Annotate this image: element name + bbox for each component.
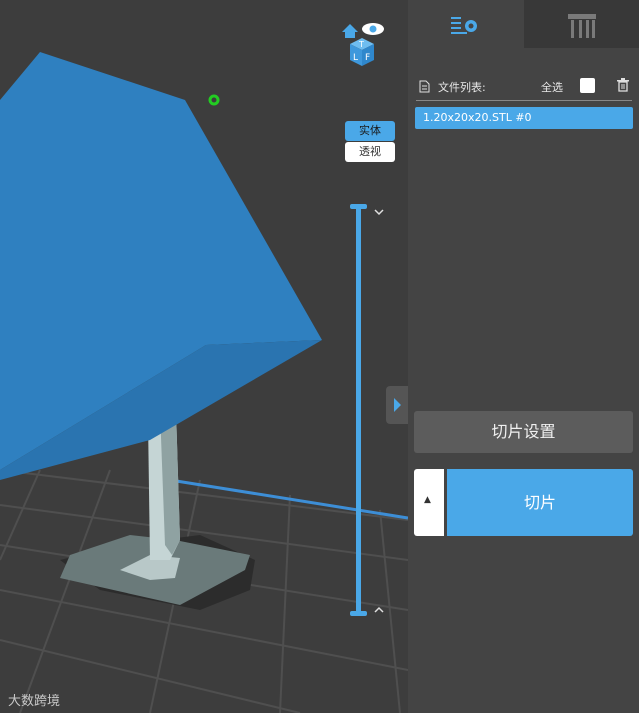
layer-slider-track[interactable]	[356, 206, 361, 614]
slice-button-group: ▲ 切片	[414, 469, 633, 536]
view-cube-top-label: T	[358, 40, 364, 49]
3d-viewport[interactable]: T L F 实体 透视 大数跨境	[0, 0, 408, 713]
slice-options-expand-button[interactable]: ▲	[414, 469, 444, 536]
file-list-label: 文件列表:	[438, 81, 486, 94]
file-list-item[interactable]: 1.20x20x20.STL #0	[415, 107, 633, 129]
solid-view-button[interactable]: 实体	[345, 121, 395, 141]
slice-settings-icon	[451, 17, 477, 34]
view-cube-left-label: L	[353, 53, 358, 63]
home-icon[interactable]	[342, 24, 358, 38]
layer-slider-bottom-handle[interactable]	[350, 611, 367, 616]
select-all-checkbox[interactable]	[580, 78, 595, 93]
tab-support[interactable]	[524, 0, 639, 48]
panel-collapse-handle[interactable]	[386, 386, 408, 424]
light-indicator-dot	[208, 94, 220, 106]
slice-settings-button[interactable]: 切片设置	[414, 411, 633, 453]
xray-view-button[interactable]: 透视	[345, 142, 395, 162]
caret-up-icon: ▲	[424, 495, 431, 505]
chevron-down-icon[interactable]	[372, 206, 386, 218]
build-plate-scene	[0, 52, 408, 713]
slice-button[interactable]: 切片	[447, 469, 633, 536]
view-cube[interactable]: T L F	[338, 20, 388, 72]
layer-slider-top-handle[interactable]	[350, 204, 367, 209]
tab-slice-settings[interactable]	[408, 0, 524, 48]
chevron-right-icon	[394, 398, 401, 412]
document-icon	[419, 80, 430, 93]
view-cube-front-label: F	[365, 53, 370, 63]
eye-icon[interactable]	[362, 23, 384, 35]
select-all-label: 全选	[541, 81, 563, 94]
trash-icon[interactable]	[616, 77, 630, 93]
file-list-header: 文件列表: 全选	[416, 76, 632, 98]
file-list-divider	[416, 100, 632, 101]
right-panel: 文件列表: 全选 1.20x20x20.STL #0 切片设置 ▲ 切片	[408, 0, 639, 713]
support-structure-icon	[568, 14, 596, 38]
watermark: 大数跨境	[8, 694, 61, 709]
chevron-up-icon[interactable]	[372, 604, 386, 616]
